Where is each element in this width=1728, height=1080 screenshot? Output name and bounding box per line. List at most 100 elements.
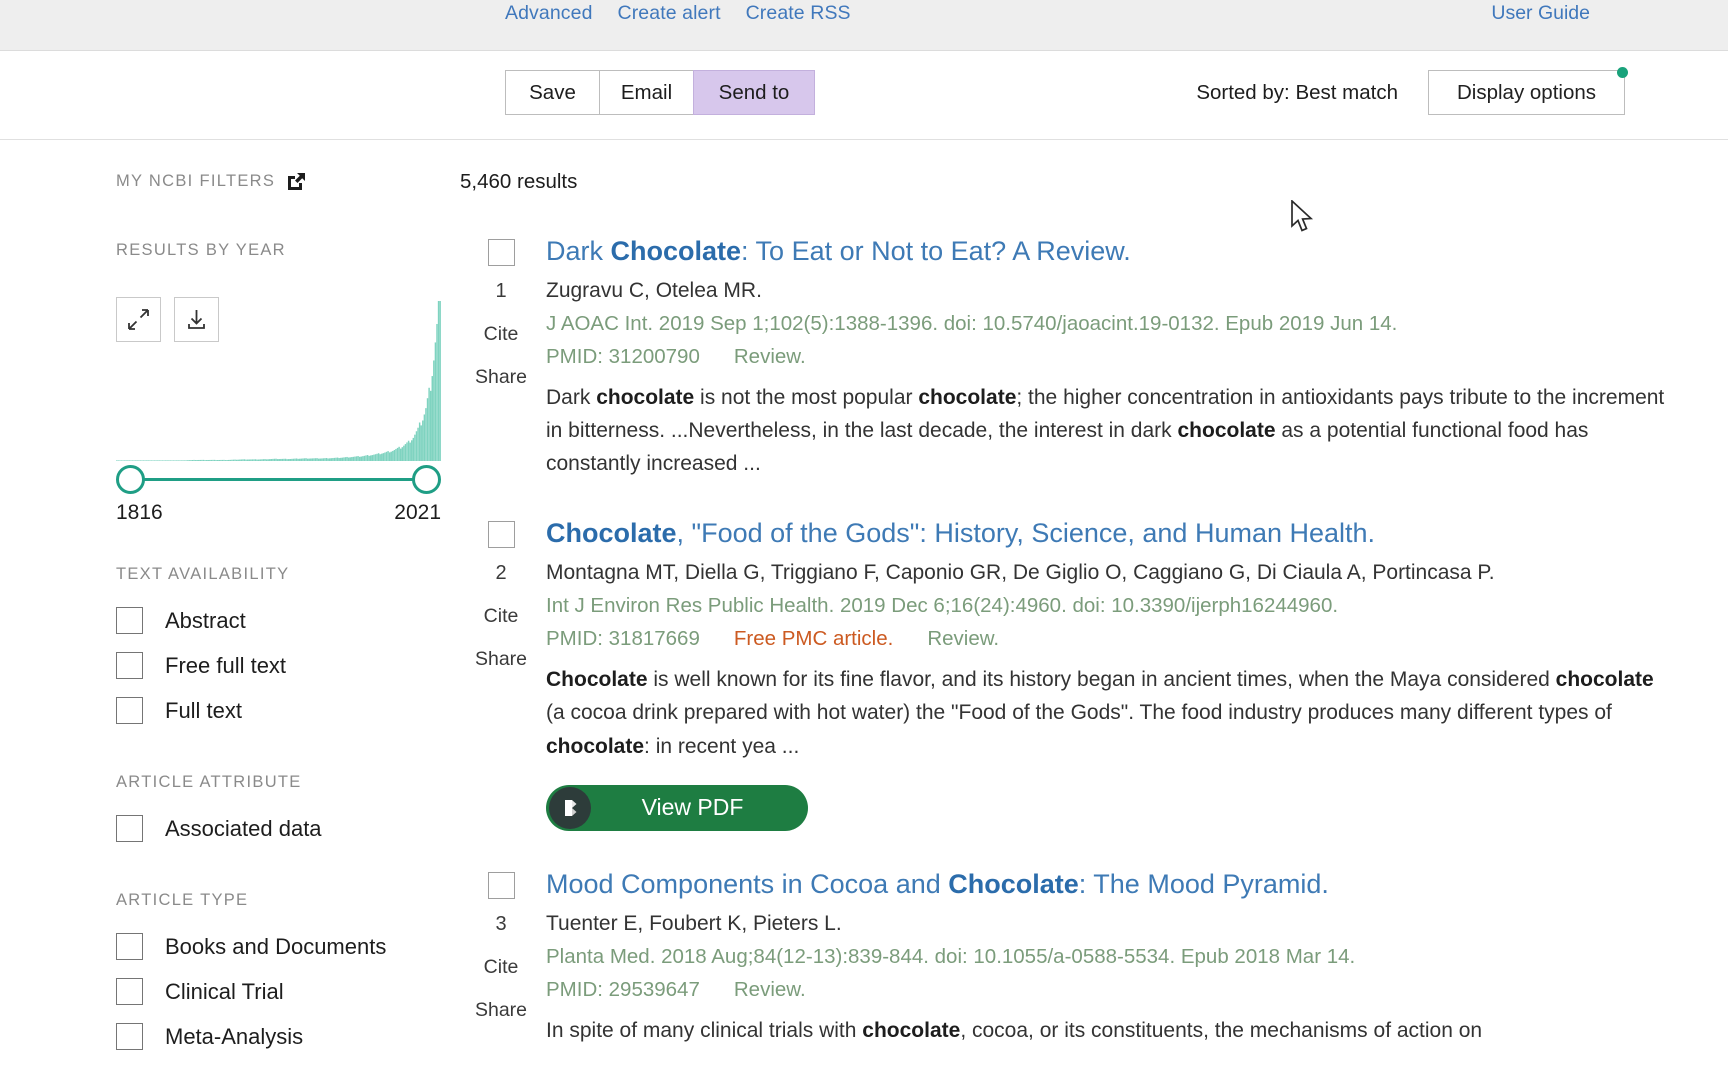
result-actions: 2 Cite Share (460, 518, 542, 830)
result-checkbox[interactable] (487, 239, 515, 266)
slider-handle-min[interactable] (116, 465, 145, 494)
year-range-labels: 1816 2021 (116, 501, 441, 525)
result-item: 3 Cite Share Mood Components in Cocoa and C… (460, 869, 1668, 1047)
page-body: MY NCBI FILTERS RESULTS BY YEAR 1816 202… (0, 140, 1728, 1080)
filter-option-books-and-documents[interactable]: Books and Documents (116, 924, 460, 969)
result-body: Chocolate, "Food of the Gods": History, … (542, 518, 1668, 831)
result-snippet: Chocolate is well known for its fine fla… (546, 668, 1654, 758)
top-links-group: Advanced Create alert Create RSS (505, 0, 851, 25)
filter-group-text-availability: TEXT AVAILABILITY Abstract Free full text F… (116, 565, 460, 733)
filter-group-title: ARTICLE TYPE (116, 891, 249, 909)
free-pmc-article-badge: Free PMC article. (733, 627, 894, 651)
result-citation: Planta Med. 2018 Aug;84(12-13):839-844. … (546, 944, 1356, 968)
filters-sidebar: MY NCBI FILTERS RESULTS BY YEAR 1816 202… (0, 140, 460, 1080)
result-meta: PMID: 31817669 Free PMC article. Review. (546, 627, 1668, 651)
year-max-label: 2021 (394, 501, 441, 524)
filter-group-title: ARTICLE ATTRIBUTE (116, 773, 302, 791)
result-item: 1 Cite Share Dark Chocolate: To Eat or Not … (460, 236, 1668, 480)
filter-option-free-full-text[interactable]: Free full text (116, 643, 460, 688)
checkbox-icon[interactable] (116, 697, 143, 724)
send-to-button[interactable]: Send to (693, 70, 815, 115)
share-button[interactable]: Share (475, 648, 527, 671)
checkbox-icon[interactable] (116, 815, 143, 842)
filter-option-label: Associated data (165, 815, 322, 841)
result-title-link[interactable]: Dark Chocolate: To Eat or Not to Eat? A … (546, 236, 1668, 268)
checkbox-icon[interactable] (116, 1023, 143, 1050)
results-column: 5,460 results 1 Cite Share Dark Chocolate: … (460, 140, 1728, 1080)
filter-option-abstract[interactable]: Abstract (116, 598, 460, 643)
results-by-year-label: RESULTS BY YEAR (116, 241, 286, 259)
result-type-badge: Review. (733, 344, 806, 368)
filter-option-full-text[interactable]: Full text (116, 688, 460, 733)
save-button[interactable]: Save (505, 70, 600, 115)
filter-option-associated-data[interactable]: Associated data (116, 806, 460, 851)
view-pdf-button[interactable]: View PDF (546, 784, 808, 831)
slider-track (130, 478, 427, 481)
result-number: 1 (495, 280, 507, 302)
result-checkbox[interactable] (487, 521, 515, 549)
cite-button[interactable]: Cite (484, 323, 519, 346)
year-min-label: 1816 (116, 501, 163, 524)
result-snippet: In spite of many clinical trials with ch… (546, 1018, 1483, 1042)
sorted-by-label: Sorted by: Best match (1196, 81, 1398, 104)
action-button-group: Save Email Send to (505, 70, 815, 115)
create-alert-link[interactable]: Create alert (618, 2, 721, 25)
checkbox-icon[interactable] (116, 652, 143, 679)
result-pmid: PMID: 29539647 (546, 977, 700, 1001)
result-type-badge: Review. (927, 627, 1000, 651)
year-range-slider[interactable] (116, 463, 441, 497)
checkbox-icon[interactable] (116, 978, 143, 1005)
filter-option-meta-analysis[interactable]: Meta-Analysis (116, 1014, 460, 1059)
filter-group-article-type: ARTICLE TYPE Books and Documents Clinical … (116, 891, 460, 1059)
result-actions: 1 Cite Share (460, 236, 542, 480)
filter-option-clinical-trial[interactable]: Clinical Trial (116, 969, 460, 1014)
result-authors: Zugravu C, Otelea MR. (546, 278, 762, 302)
share-button[interactable]: Share (475, 999, 527, 1022)
result-authors: Montagna MT, Diella G, Triggiano F, Capo… (546, 561, 1495, 585)
external-link-icon[interactable] (287, 172, 306, 191)
filter-option-label: Clinical Trial (165, 978, 284, 1004)
results-by-year-histogram (116, 296, 441, 461)
result-body: Dark Chocolate: To Eat or Not to Eat? A … (542, 236, 1668, 480)
result-list: 1 Cite Share Dark Chocolate: To Eat or Not … (460, 236, 1668, 1047)
pdf-publisher-icon (549, 786, 591, 829)
top-links-bar: Advanced Create alert Create RSS User Gu… (0, 0, 1728, 51)
display-options-button[interactable]: Display options (1428, 67, 1628, 115)
result-title-link[interactable]: Chocolate, "Food of the Gods": History, … (546, 518, 1668, 550)
results-by-year-section: RESULTS BY YEAR 1816 2021 (116, 241, 460, 525)
filter-option-label: Books and Documents (165, 933, 387, 959)
result-number: 3 (495, 912, 507, 935)
create-rss-link[interactable]: Create RSS (746, 2, 851, 25)
histogram-bars (116, 301, 441, 461)
slider-handle-max[interactable] (412, 465, 441, 494)
result-snippet: Dark chocolate is not the most popular c… (546, 385, 1665, 476)
result-body: Mood Components in Cocoa and Chocolate: … (542, 869, 1668, 1047)
results-by-year-heading: RESULTS BY YEAR (116, 241, 460, 260)
email-button[interactable]: Email (599, 70, 694, 115)
result-citation: Int J Environ Res Public Health. 2019 De… (546, 594, 1339, 618)
result-actions: 3 Cite Share (460, 869, 542, 1047)
share-button[interactable]: Share (475, 366, 527, 389)
result-title-link[interactable]: Mood Components in Cocoa and Chocolate: … (546, 869, 1668, 901)
advanced-link[interactable]: Advanced (505, 2, 593, 25)
checkbox-icon[interactable] (116, 933, 143, 960)
view-pdf-label: View PDF (641, 794, 744, 821)
checkbox-icon[interactable] (116, 607, 143, 634)
cite-button[interactable]: Cite (484, 605, 519, 628)
status-dot-icon (1617, 67, 1628, 78)
cite-button[interactable]: Cite (484, 956, 519, 979)
filter-group-article-attribute: ARTICLE ATTRIBUTE Associated data (116, 773, 460, 851)
result-checkbox[interactable] (487, 871, 515, 899)
results-count: 5,460 results (460, 170, 578, 193)
my-ncbi-filters-label: MY NCBI FILTERS (116, 172, 276, 190)
user-guide-link[interactable]: User Guide (1491, 2, 1590, 25)
result-item: 2 Cite Share Chocolate, "Food of the Gods":… (460, 518, 1668, 831)
filter-group-title: TEXT AVAILABILITY (116, 565, 290, 583)
display-options-label: Display options (1456, 80, 1596, 104)
result-number: 2 (495, 562, 507, 585)
result-pmid: PMID: 31200790 (546, 344, 700, 368)
filter-option-label: Meta-Analysis (165, 1023, 304, 1049)
action-bar: Save Email Send to Sorted by: Best match… (0, 51, 1728, 140)
filter-option-label: Full text (165, 697, 243, 723)
result-meta: PMID: 29539647 Review. (546, 978, 1668, 1002)
